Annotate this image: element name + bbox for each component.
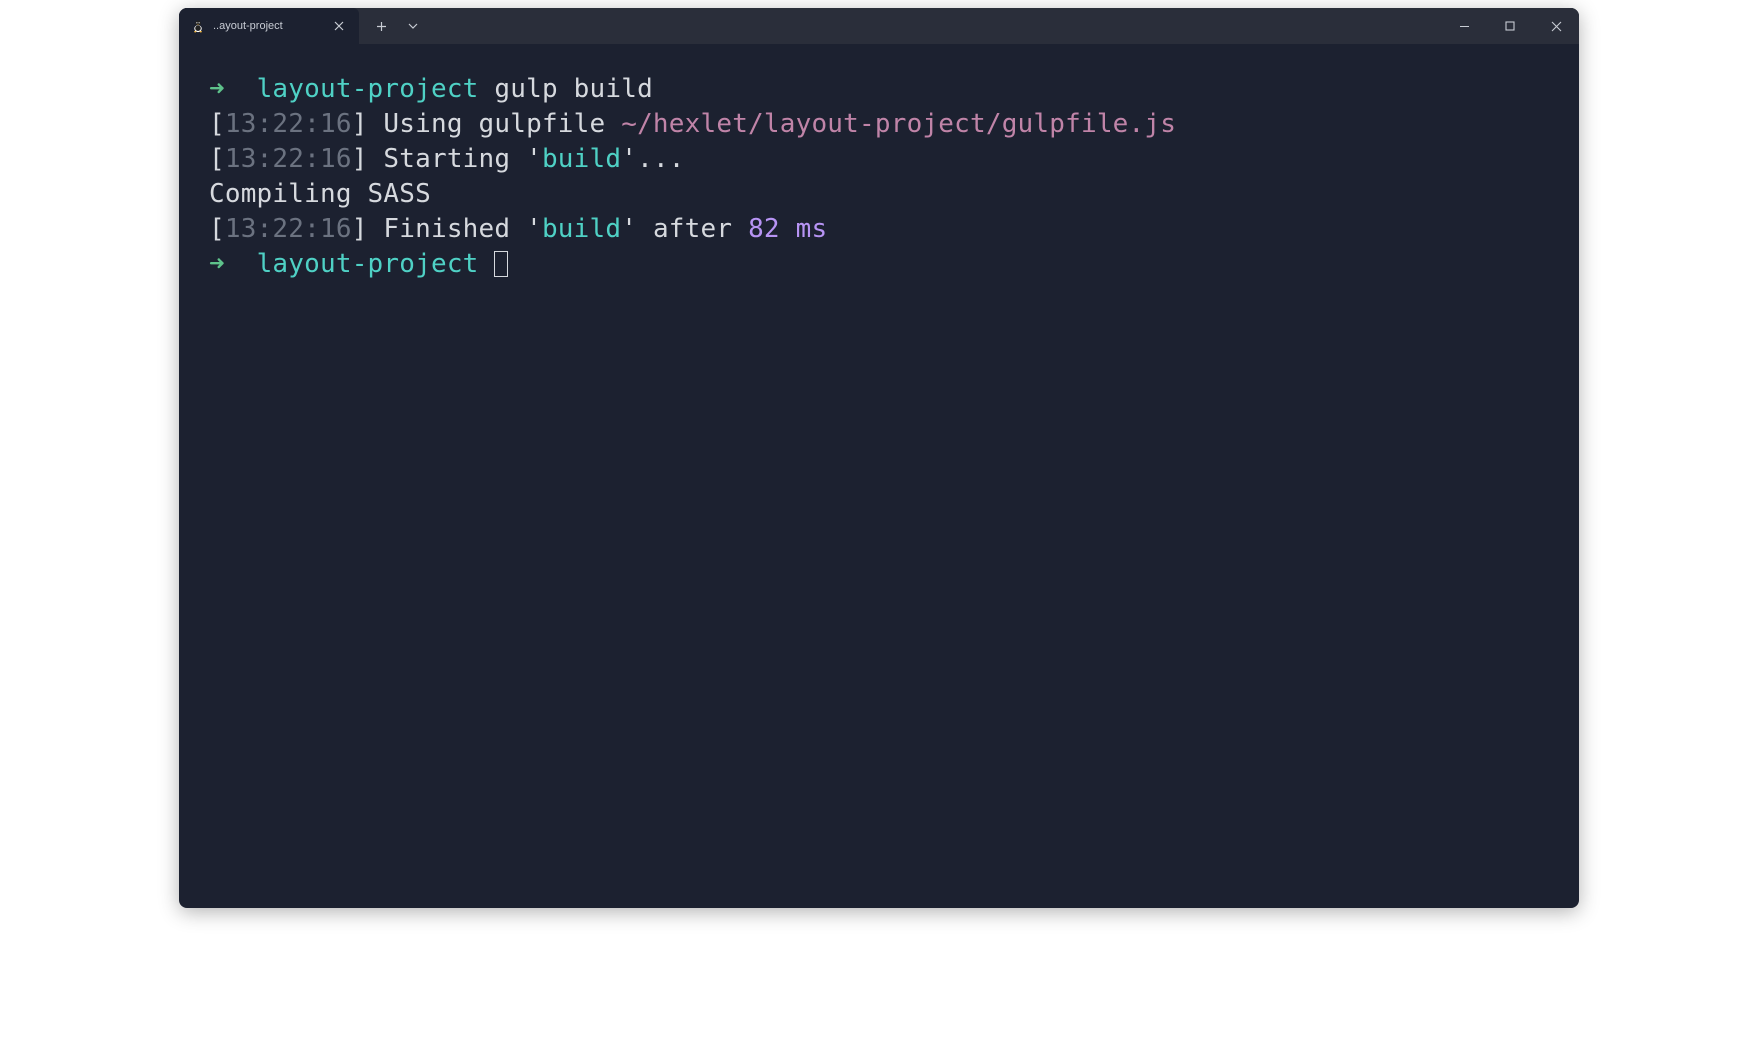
gulpfile-path: ~/hexlet/layout-project/gulpfile.js <box>621 109 1176 139</box>
prompt-line-2: ➜ layout-project <box>209 247 1549 282</box>
timestamp: 13:22:16 <box>225 214 352 244</box>
tab-title: ..ayout-project <box>213 20 323 32</box>
prompt-arrow-icon: ➜ <box>209 249 225 279</box>
prompt-arrow-icon: ➜ <box>209 74 225 104</box>
titlebar: ..ayout-project <box>179 8 1579 44</box>
close-tab-button[interactable] <box>331 18 347 34</box>
close-window-button[interactable] <box>1533 8 1579 44</box>
minimize-button[interactable] <box>1441 8 1487 44</box>
log-line-gulpfile: [13:22:16] Using gulpfile ~/hexlet/layou… <box>209 107 1549 142</box>
terminal-window: ..ayout-project ➜ la <box>179 8 1579 908</box>
prompt-line-1: ➜ layout-project gulp build <box>209 72 1549 107</box>
log-line-starting: [13:22:16] Starting 'build'... <box>209 142 1549 177</box>
task-name: build <box>542 144 621 174</box>
log-line-finished: [13:22:16] Finished 'build' after 82 ms <box>209 212 1549 247</box>
titlebar-drag-area[interactable] <box>435 8 1441 44</box>
log-line-compiling: Compiling SASS <box>209 177 1549 212</box>
prompt-directory: layout-project <box>257 249 479 279</box>
prompt-directory: layout-project <box>257 74 479 104</box>
window-controls <box>1441 8 1579 44</box>
terminal-tab[interactable]: ..ayout-project <box>179 8 359 44</box>
new-tab-button[interactable] <box>367 12 395 40</box>
duration: 82 ms <box>748 214 827 244</box>
cursor <box>494 251 508 277</box>
task-name: build <box>542 214 621 244</box>
timestamp: 13:22:16 <box>225 109 352 139</box>
tab-dropdown-button[interactable] <box>399 12 427 40</box>
maximize-button[interactable] <box>1487 8 1533 44</box>
tab-actions <box>359 8 435 44</box>
command-text: gulp build <box>494 74 653 104</box>
timestamp: 13:22:16 <box>225 144 352 174</box>
tux-icon <box>191 19 205 33</box>
terminal-output[interactable]: ➜ layout-project gulp build [13:22:16] U… <box>179 44 1579 908</box>
